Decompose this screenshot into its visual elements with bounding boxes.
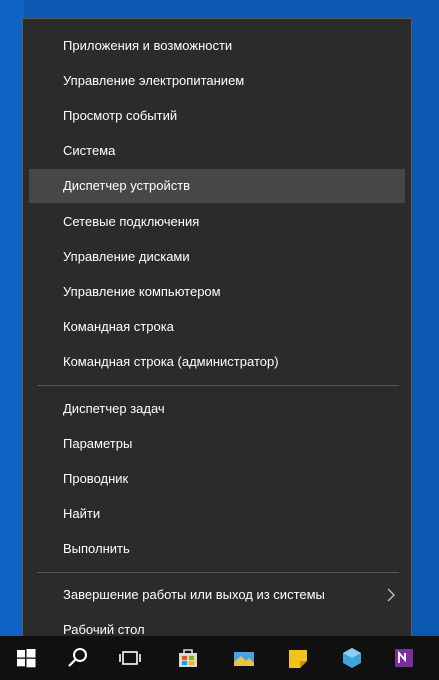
menu-item-shutdown-label: Завершение работы или выход из системы (63, 587, 325, 602)
menu-item-command-prompt[interactable]: Командная строка (29, 310, 405, 344)
chevron-right-icon (387, 588, 395, 602)
taskbar (0, 636, 439, 680)
menu-item-run[interactable]: Выполнить (29, 532, 405, 566)
menu-item-shutdown-signout[interactable]: Завершение работы или выход из системы (29, 578, 405, 612)
menu-item-system[interactable]: Система (29, 134, 405, 168)
menu-item-search[interactable]: Найти (29, 497, 405, 531)
menu-item-event-viewer[interactable]: Просмотр событий (29, 99, 405, 133)
menu-item-task-manager[interactable]: Диспетчер задач (29, 392, 405, 426)
menu-item-computer-management[interactable]: Управление компьютером (29, 275, 405, 309)
desktop-background (0, 0, 24, 636)
menu-item-command-prompt-admin[interactable]: Командная строка (администратор) (29, 345, 405, 379)
store-icon[interactable] (176, 646, 200, 670)
sticky-notes-icon[interactable] (286, 646, 310, 670)
menu-item-disk-management[interactable]: Управление дисками (29, 240, 405, 274)
photos-icon[interactable] (232, 646, 256, 670)
task-view-icon[interactable] (118, 646, 142, 670)
windows-start-icon[interactable] (14, 646, 38, 670)
menu-item-apps-features[interactable]: Приложения и возможности (29, 29, 405, 63)
onenote-icon[interactable] (392, 646, 416, 670)
menu-item-power-options[interactable]: Управление электропитанием (29, 64, 405, 98)
menu-item-device-manager[interactable]: Диспетчер устройств (29, 169, 405, 203)
search-icon[interactable] (66, 646, 90, 670)
winx-context-menu: Приложения и возможности Управление элек… (22, 18, 412, 651)
menu-item-settings[interactable]: Параметры (29, 427, 405, 461)
desktop-background-right (415, 0, 439, 636)
menu-separator (37, 572, 399, 573)
app-icon[interactable] (340, 646, 364, 670)
menu-separator (37, 385, 399, 386)
menu-item-file-explorer[interactable]: Проводник (29, 462, 405, 496)
menu-item-network-connections[interactable]: Сетевые подключения (29, 205, 405, 239)
